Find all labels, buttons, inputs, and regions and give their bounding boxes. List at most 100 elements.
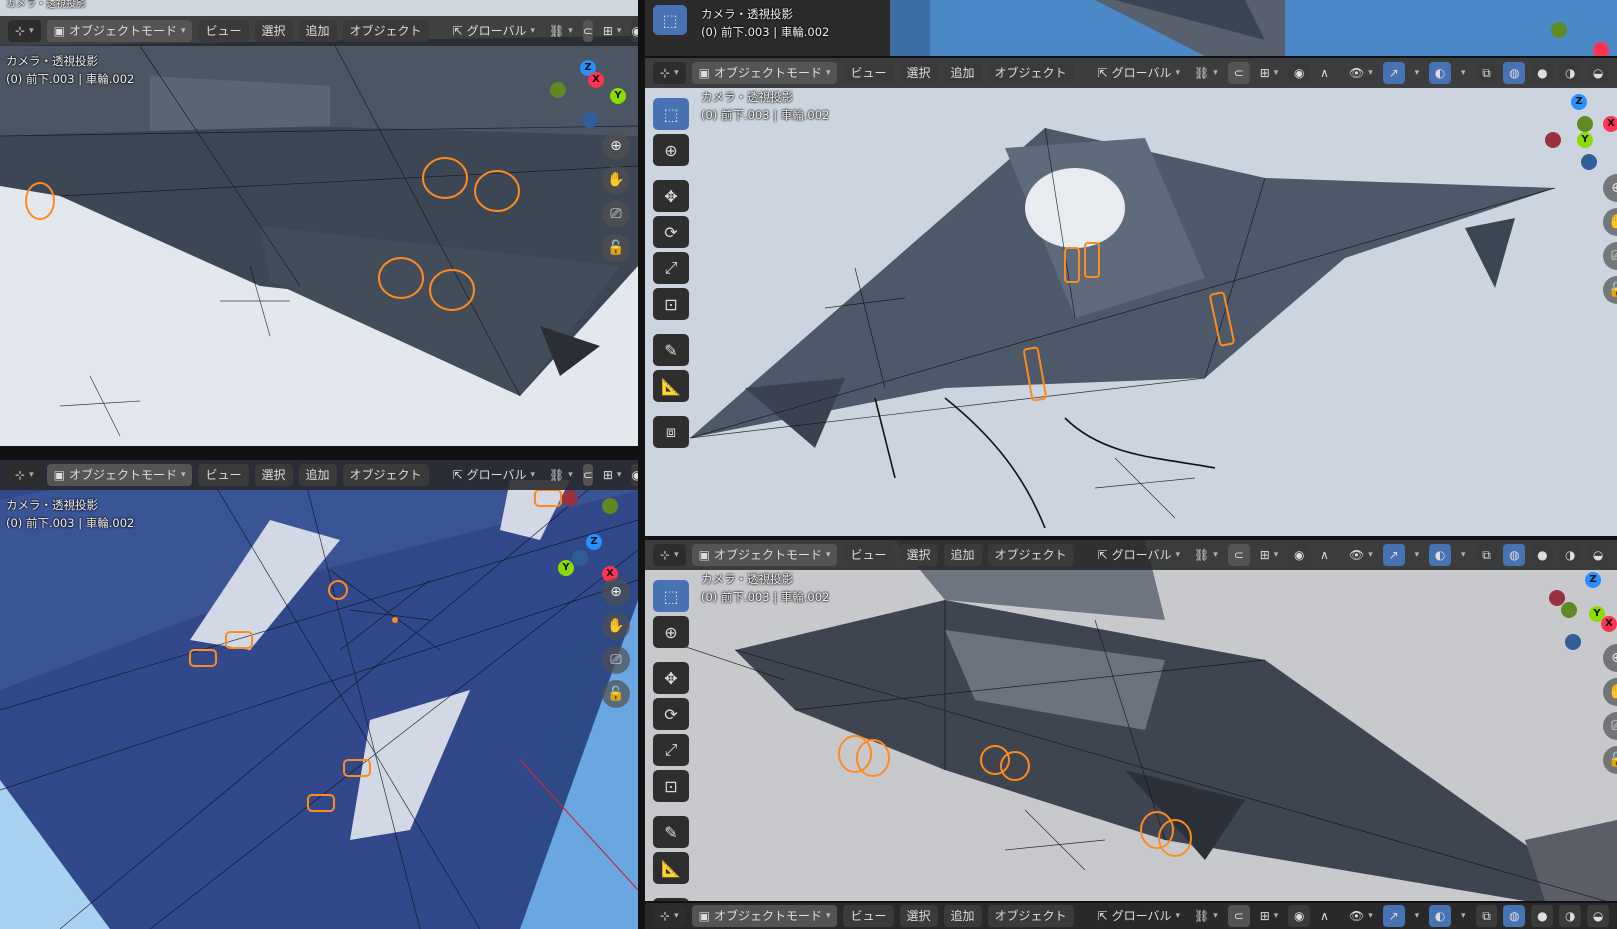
shading-wireframe[interactable]: ◍ [1503, 905, 1526, 927]
overlay-toggle[interactable]: ◐ [1429, 62, 1452, 84]
tool-transform[interactable]: ⊡ [653, 770, 689, 802]
mode-dropdown[interactable]: ▣ オブジェクトモード ▾ [46, 20, 193, 42]
falloff-button[interactable]: ∧ [1316, 544, 1333, 566]
menu-select[interactable]: 選択 [254, 20, 293, 42]
viewport-top-right-strip[interactable]: ⬚ カメラ・透視投影 (0) 前下.003 | 車輪.002 [645, 0, 1617, 56]
gizmo-neg-z[interactable] [572, 550, 588, 566]
menu-select[interactable]: 選択 [899, 62, 938, 84]
tool-select-box[interactable]: ⬚ [653, 580, 689, 612]
transform-orientation-dropdown[interactable]: ⇱ グローバル ▾ [1094, 905, 1184, 927]
gizmo-neg-x[interactable] [562, 490, 578, 506]
menu-add[interactable]: 追加 [298, 464, 337, 486]
camera-view-button[interactable]: ⎚ [1603, 242, 1617, 270]
menu-object[interactable]: オブジェクト [342, 464, 429, 486]
zoom-button[interactable]: ⊕ [602, 132, 630, 160]
tool-move[interactable]: ✥ [653, 662, 689, 694]
tool-rotate[interactable]: ⟳ [653, 216, 689, 248]
menu-view[interactable]: ビュー [843, 905, 894, 927]
menu-add[interactable]: 追加 [943, 62, 982, 84]
shading-solid[interactable]: ● [1531, 905, 1554, 927]
shading-material[interactable]: ◑ [1559, 905, 1582, 927]
shading-wireframe[interactable]: ◍ [1503, 62, 1526, 84]
zoom-button[interactable]: ⊕ [1603, 174, 1617, 202]
area-divider-vertical[interactable] [638, 0, 645, 929]
gizmo-neg-y[interactable] [1561, 602, 1577, 618]
gizmo-z-axis[interactable]: Z [1585, 572, 1601, 588]
gizmo-neg-y[interactable] [550, 82, 566, 98]
proportional-toggle[interactable]: ◉ [1288, 544, 1311, 566]
shading-rendered[interactable]: ◒ [1587, 62, 1610, 84]
pan-button[interactable]: ✋ [602, 166, 630, 194]
area-divider-right-horizontal-1[interactable] [645, 56, 1617, 58]
gizmo-options[interactable]: ▾ [1411, 544, 1424, 566]
menu-object[interactable]: オブジェクト [987, 62, 1074, 84]
gizmo-toggle[interactable]: ↗ [1382, 905, 1405, 927]
viewport-bottom-left[interactable]: ⊹ ▾ ▣ オブジェクトモード ▾ ビュー 選択 追加 オブジェクト ⇱ グローバル ▾ … [0, 460, 638, 929]
navigation-gizmo[interactable]: Z Y X [1541, 570, 1617, 654]
lock-view-button[interactable]: 🔓 [1603, 276, 1617, 304]
gizmo-neg-y[interactable] [1577, 116, 1593, 132]
navigation-gizmo[interactable] [1533, 0, 1617, 56]
navigation-gizmo[interactable]: Z Y X [550, 488, 634, 582]
snap-increment-button[interactable]: ⊞ ▾ [1256, 62, 1283, 84]
overlay-toggle[interactable]: ◐ [1429, 544, 1452, 566]
shading-material[interactable]: ◑ [1559, 62, 1582, 84]
mode-dropdown[interactable]: ▣ オブジェクトモード ▾ [691, 62, 838, 84]
tool-transform[interactable]: ⊡ [653, 288, 689, 320]
menu-add[interactable]: 追加 [943, 905, 982, 927]
transform-orientation-dropdown[interactable]: ⇱ グローバル ▾ [449, 20, 539, 42]
gizmo-neg-z[interactable] [582, 112, 598, 128]
mode-dropdown[interactable]: ▣ オブジェクトモード ▾ [46, 464, 193, 486]
lock-view-button[interactable]: 🔓 [602, 680, 630, 708]
falloff-button[interactable]: ∧ [1316, 905, 1333, 927]
gizmo-x-axis[interactable] [1593, 42, 1609, 56]
lock-view-button[interactable]: 🔓 [602, 234, 630, 262]
gizmo-options[interactable]: ▾ [1411, 62, 1424, 84]
tool-scale[interactable]: ⤢ [653, 734, 689, 766]
tool-measure[interactable]: 📐 [653, 370, 689, 402]
shading-wireframe[interactable]: ◍ [1503, 544, 1526, 566]
camera-view-button[interactable]: ⎚ [602, 646, 630, 674]
gizmo-x-axis[interactable]: X [1603, 116, 1617, 132]
gizmo-y-axis[interactable]: Y [558, 560, 574, 576]
xray-toggle[interactable]: ⧉ [1475, 905, 1498, 927]
gizmo-z-axis[interactable]: Z [586, 534, 602, 550]
menu-view[interactable]: ビュー [198, 464, 249, 486]
menu-add[interactable]: 追加 [943, 544, 982, 566]
transform-orientation-dropdown[interactable]: ⇱ グローバル ▾ [449, 464, 539, 486]
tool-measure[interactable]: 📐 [653, 852, 689, 884]
tool-select-box[interactable]: ⬚ [653, 5, 687, 35]
gizmo-x-axis[interactable]: X [588, 72, 604, 88]
mode-dropdown[interactable]: ▣ オブジェクトモード ▾ [691, 905, 838, 927]
gizmo-neg-z[interactable] [1565, 634, 1581, 650]
pivot-button[interactable]: ⛓ ▾ [545, 20, 577, 42]
snap-toggle[interactable]: ⊂ [1227, 905, 1250, 927]
viewport-right-bottom[interactable]: ⊹ ▾ ▣ オブジェクトモード ▾ ビュー 選択 追加 オブジェクト ⇱ グローバル ▾ … [645, 540, 1617, 901]
pan-button[interactable]: ✋ [602, 612, 630, 640]
editor-type-button[interactable]: ⊹ ▾ [653, 905, 686, 927]
gizmo-y-axis[interactable]: Y [1577, 132, 1593, 148]
menu-view[interactable]: ビュー [843, 544, 894, 566]
navigation-gizmo[interactable]: Z X Y [1541, 92, 1617, 176]
menu-object[interactable]: オブジェクト [342, 20, 429, 42]
tool-annotate[interactable]: ✎ [653, 816, 689, 848]
shading-rendered[interactable]: ◒ [1587, 905, 1610, 927]
mode-dropdown[interactable]: ▣ オブジェクトモード ▾ [691, 544, 838, 566]
pan-button[interactable]: ✋ [1603, 208, 1617, 236]
gizmo-z-axis[interactable]: Z [1571, 94, 1587, 110]
camera-view-button[interactable]: ⎚ [602, 200, 630, 228]
visibility-button[interactable]: 👁 ▾ [1345, 62, 1377, 84]
menu-select[interactable]: 選択 [254, 464, 293, 486]
proportional-toggle[interactable]: ◉ [1288, 905, 1311, 927]
visibility-button[interactable]: 👁 ▾ [1345, 905, 1377, 927]
shading-solid[interactable]: ● [1531, 544, 1554, 566]
pivot-button[interactable]: ⛓ ▾ [1190, 905, 1222, 927]
viewport-right-top[interactable]: ⊹ ▾ ▣ オブジェクトモード ▾ ビュー 選択 追加 オブジェクト ⇱ グローバル ▾ … [645, 58, 1617, 536]
area-divider-right-horizontal-3[interactable] [645, 901, 1617, 903]
gizmo-toggle[interactable]: ↗ [1382, 544, 1405, 566]
menu-add[interactable]: 追加 [298, 20, 337, 42]
navigation-gizmo[interactable]: Z X Y [550, 58, 634, 142]
pivot-button[interactable]: ⛓ ▾ [1190, 544, 1222, 566]
overlay-toggle[interactable]: ◐ [1429, 905, 1452, 927]
editor-type-button[interactable]: ⊹ ▾ [8, 20, 41, 42]
